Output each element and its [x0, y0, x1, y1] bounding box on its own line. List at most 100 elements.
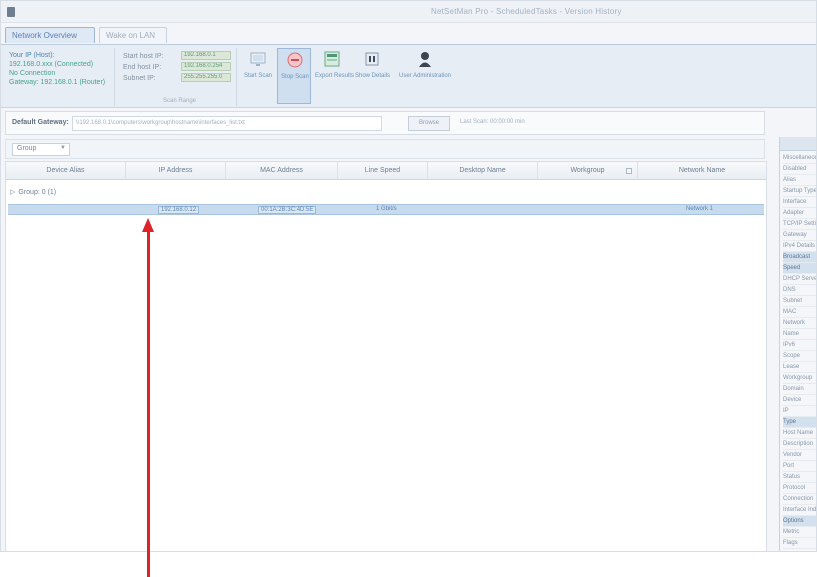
subnet-field[interactable]: 255.255.255.0 — [181, 73, 231, 82]
address-bar: Default Gateway: \\192.168.0.1\computers… — [5, 111, 765, 135]
property-item[interactable]: Domain — [783, 384, 816, 395]
browse-button[interactable]: Browse — [408, 116, 450, 131]
column-header-alias[interactable]: Device Alias — [6, 162, 126, 180]
filter-icon[interactable] — [626, 168, 632, 174]
property-item[interactable]: IPv6 — [783, 340, 816, 351]
property-item[interactable]: Broadcast — [783, 252, 816, 263]
start-scan-button[interactable]: Start Scan — [241, 48, 275, 104]
device-grid: Device Alias IP Address MAC Address Line… — [5, 161, 767, 551]
user-administration-button[interactable]: User Administration — [397, 48, 453, 104]
row-speed-cell[interactable]: 1 Gbit/s — [376, 206, 397, 212]
group-dropdown[interactable]: Group ▼ — [12, 143, 70, 156]
tab-network-overview[interactable]: Network Overview — [5, 27, 95, 43]
grid-header: Device Alias IP Address MAC Address Line… — [6, 162, 766, 180]
chevron-down-icon: ▼ — [60, 145, 66, 151]
property-item[interactable]: Startup Type — [783, 186, 816, 197]
annotation-arrow — [147, 230, 150, 577]
stop-icon — [287, 52, 303, 68]
property-item[interactable]: DNS — [783, 285, 816, 296]
property-item[interactable]: TCP/IP Settings — [783, 219, 816, 230]
scan-icon — [250, 52, 266, 66]
subnet-label: Subnet IP: — [123, 75, 156, 82]
row-mac-cell[interactable]: 00:1A:2B:3C:4D:5E — [258, 206, 317, 214]
default-gateway-label: Default Gateway: — [12, 119, 69, 126]
show-details-button[interactable]: Show Details — [355, 48, 391, 104]
column-header-mac[interactable]: MAC Address — [226, 162, 338, 180]
property-item[interactable]: Status — [783, 472, 816, 483]
property-item[interactable]: Lease — [783, 362, 816, 373]
table-row[interactable]: 192.168.0.12 00:1A:2B:3C:4D:5E 1 Gbit/s … — [8, 204, 764, 215]
ribbon: Your IP (Host): 192.168.0.xxx (Connected… — [1, 44, 816, 108]
property-item[interactable]: Speed — [783, 263, 816, 274]
column-header-ip[interactable]: IP Address — [126, 162, 226, 180]
properties-panel: MiscellaneousDisabledAliasStartup TypeIn… — [779, 137, 816, 551]
property-item[interactable]: Network — [783, 318, 816, 329]
property-item[interactable]: Workgroup — [783, 373, 816, 384]
property-item[interactable]: Host Name — [783, 428, 816, 439]
property-item[interactable]: Metric — [783, 527, 816, 538]
host-info-line: No Connection — [9, 70, 56, 77]
property-item[interactable]: IP — [783, 406, 816, 417]
export-icon — [324, 51, 340, 67]
host-info-line: Gateway: 192.168.0.1 (Router) — [9, 79, 106, 86]
window-title: NetSetMan Pro - ScheduledTasks - Version… — [431, 7, 622, 16]
property-item[interactable]: Gateway — [783, 230, 816, 241]
property-item[interactable]: Protocol — [783, 483, 816, 494]
last-scan-info: Last Scan: 00:00:00 min — [460, 119, 525, 125]
property-item[interactable]: Interface — [783, 197, 816, 208]
show-details-label: Show Details — [355, 73, 391, 79]
group-row-label: Group: 0 (1) — [18, 189, 57, 196]
group-dropdown-label: Group — [17, 145, 37, 152]
stop-scan-button[interactable]: Stop Scan — [277, 48, 311, 104]
property-item[interactable]: Scope — [783, 351, 816, 362]
row-ip-cell[interactable]: 192.168.0.12 — [158, 206, 200, 214]
title-bar: NetSetMan Pro - ScheduledTasks - Version… — [1, 1, 816, 23]
scan-range-group: Start host IP: End host IP: Subnet IP: 1… — [119, 48, 237, 106]
start-ip-label: Start host IP: — [123, 53, 164, 60]
column-header-network[interactable]: Network Name — [638, 162, 766, 180]
property-item[interactable]: Flags — [783, 538, 816, 549]
export-results-label: Export Results — [315, 73, 355, 79]
property-item[interactable]: Connection — [783, 494, 816, 505]
property-item[interactable]: Subnet — [783, 296, 816, 307]
property-item[interactable]: DHCP Server — [783, 274, 816, 285]
details-icon — [365, 52, 379, 66]
scan-range-caption: Scan Range — [163, 98, 197, 104]
annotation-arrow-head — [142, 218, 154, 232]
address-input[interactable]: \\192.168.0.1\computers\workgroup\hostna… — [72, 116, 382, 131]
group-bar: Group ▼ — [5, 139, 765, 159]
property-item[interactable]: Miscellaneous — [783, 153, 816, 164]
property-item[interactable]: Name — [783, 329, 816, 340]
property-item[interactable]: Type — [783, 417, 816, 428]
property-item[interactable]: Interface Index — [783, 505, 816, 516]
user-icon — [419, 52, 431, 67]
row-network-cell[interactable]: Network 1 — [686, 206, 713, 212]
property-item[interactable]: Adapter — [783, 208, 816, 219]
property-item[interactable]: Options — [783, 516, 816, 527]
start-scan-label: Start Scan — [243, 73, 272, 79]
property-item[interactable]: Device — [783, 395, 816, 406]
property-item[interactable]: Vendor — [783, 450, 816, 461]
ribbon-tabs: Network Overview Wake on LAN — [1, 25, 816, 45]
host-info-line: 192.168.0.xxx (Connected) — [9, 61, 94, 68]
property-item[interactable]: IPv4 Details — [783, 241, 816, 252]
end-ip-field[interactable]: 192.168.0.254 — [181, 62, 231, 71]
column-header-workgroup[interactable]: Workgroup — [538, 162, 638, 180]
export-results-button[interactable]: Export Results — [315, 48, 355, 104]
app-window: NetSetMan Pro - ScheduledTasks - Version… — [0, 0, 817, 552]
property-item[interactable]: Port — [783, 461, 816, 472]
collapse-icon[interactable]: ▷ — [10, 188, 15, 196]
group-row[interactable]: ▷ Group: 0 (1) — [10, 188, 56, 196]
start-ip-field[interactable]: 192.168.0.1 — [181, 51, 231, 60]
property-item[interactable]: Description — [783, 439, 816, 450]
properties-header — [780, 137, 816, 151]
property-item[interactable]: Disabled — [783, 164, 816, 175]
property-item[interactable]: Alias — [783, 175, 816, 186]
host-info-group: Your IP (Host): 192.168.0.xxx (Connected… — [5, 48, 115, 106]
column-header-speed[interactable]: Line Speed — [338, 162, 428, 180]
host-info-line: Your IP (Host): — [9, 52, 55, 59]
tab-wake-on-lan[interactable]: Wake on LAN — [99, 27, 167, 43]
column-header-desktop[interactable]: Desktop Name — [428, 162, 538, 180]
property-item[interactable]: MAC — [783, 307, 816, 318]
end-ip-label: End host IP: — [123, 64, 162, 71]
